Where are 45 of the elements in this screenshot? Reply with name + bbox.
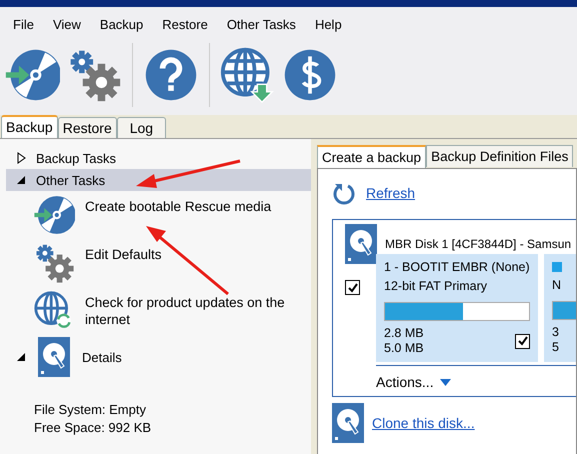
disk-checkbox[interactable] <box>345 280 360 295</box>
menu-item[interactable]: Help <box>308 17 354 35</box>
detail-text: Free Space: 992 KB <box>34 420 152 435</box>
menu-item[interactable]: View <box>46 17 93 35</box>
clone-link[interactable]: Clone this disk... <box>372 415 475 431</box>
tab[interactable]: Create a backup <box>317 145 426 168</box>
tree-item[interactable]: Backup Tasks <box>6 147 311 169</box>
dropdown-icon <box>440 378 451 386</box>
partition-card[interactable]: N 3 5 <box>544 254 576 362</box>
partition-type: 12-bit FAT Primary <box>384 278 488 295</box>
menu-item[interactable]: Backup <box>92 17 156 35</box>
tab[interactable]: Backup Definition Files <box>426 145 574 167</box>
disk-title: MBR Disk 1 [4CF3844D] - Samsun <box>385 237 572 251</box>
tree-item[interactable]: Details <box>82 350 122 364</box>
actions-menu[interactable]: Actions... <box>376 374 576 390</box>
total-size: 5 <box>552 340 559 355</box>
help-icon <box>143 47 199 103</box>
refresh-icon[interactable] <box>332 181 356 205</box>
expand-triangle-icon[interactable] <box>16 152 26 164</box>
task-link[interactable]: Edit Defaults <box>85 242 300 263</box>
collapse-triangle-icon[interactable] <box>16 174 26 186</box>
tree-item[interactable]: Other Tasks <box>6 169 311 191</box>
detail-text: File System: Empty <box>34 402 146 417</box>
partition-card[interactable]: 1 - BOOTIT EMBR (None) 12-bit FAT Primary 2.8 MB 5.0 MB <box>376 254 538 362</box>
disc-arrow-icon <box>33 194 75 236</box>
menu-item[interactable]: File <box>6 17 46 35</box>
used-size: 2.8 MB <box>384 326 424 341</box>
partition-name: 1 - BOOTIT EMBR (None) <box>384 259 530 276</box>
menu-item[interactable]: Other Tasks <box>220 17 308 35</box>
task-link[interactable]: Create bootable Rescue media <box>85 194 300 215</box>
collapse-triangle-icon[interactable] <box>16 351 26 363</box>
windows-icon <box>552 262 562 272</box>
tab[interactable]: Log <box>116 117 166 138</box>
task-link[interactable]: Check for product updates on the internet <box>85 290 300 328</box>
globe-download-icon <box>220 47 276 103</box>
tab[interactable]: Restore <box>58 117 117 138</box>
total-size: 5.0 MB <box>384 341 424 356</box>
refresh-link[interactable]: Refresh <box>366 185 416 201</box>
partition-checkbox[interactable] <box>515 334 530 348</box>
disc-arrow-icon <box>4 47 60 103</box>
tab[interactable]: Backup <box>1 115 58 138</box>
dollar-icon <box>282 47 338 103</box>
menu-item[interactable]: Restore <box>155 17 220 35</box>
partition-type: N <box>552 277 562 294</box>
used-size: 3 <box>552 325 559 340</box>
